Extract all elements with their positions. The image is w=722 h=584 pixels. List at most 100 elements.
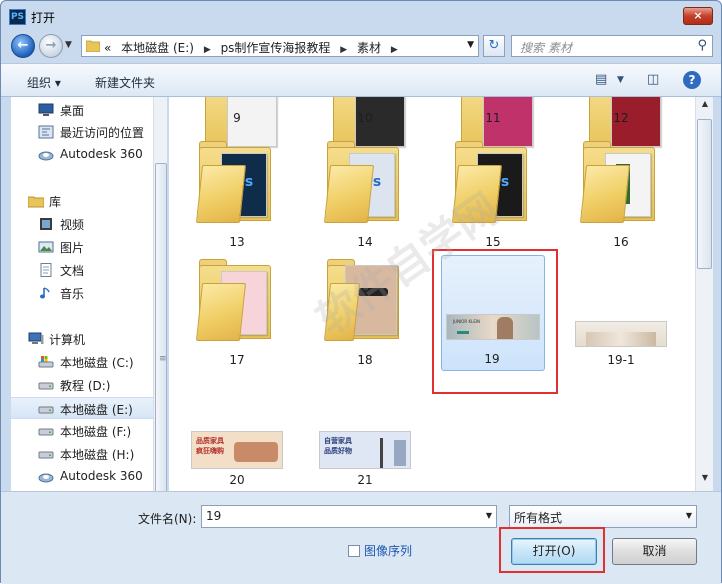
filetype-select[interactable]: 所有格式 ▼ xyxy=(509,505,697,528)
breadcrumb-overflow[interactable]: « xyxy=(104,41,111,55)
filetype-dropdown-icon[interactable]: ▼ xyxy=(686,511,692,520)
drive-icon xyxy=(38,406,54,414)
file-item-16[interactable]: 16 xyxy=(571,135,671,255)
checkbox-icon[interactable] xyxy=(348,545,360,557)
drive-icon xyxy=(38,428,54,436)
file-name: 16 xyxy=(613,235,629,249)
close-button[interactable]: × xyxy=(683,7,713,25)
navigation-bar: ← → ▼ « 本地磁盘 (E:) ▶ ps制作宣传海报教程 ▶ 素材 ▶ ▼ … xyxy=(1,31,721,63)
preview-pane-icon[interactable]: ◫ xyxy=(647,72,659,87)
forward-button[interactable]: → xyxy=(39,34,63,58)
file-name: 19-1 xyxy=(607,353,635,367)
highlight-box-open-button xyxy=(499,527,605,573)
sidebar-item-autodesk-360-computer[interactable]: Autodesk 360 xyxy=(11,466,153,488)
sidebar-item-label: 视频 xyxy=(60,218,85,232)
sidebar-item-desktop[interactable]: 桌面 xyxy=(11,99,153,121)
file-name: 13 xyxy=(229,235,245,249)
breadcrumb-separator-icon[interactable]: ▶ xyxy=(340,45,347,55)
sidebar-item-documents[interactable]: 文档 xyxy=(11,259,153,281)
address-dropdown-icon[interactable]: ▼ xyxy=(467,40,474,50)
open-file-dialog: PS 打开 × ← → ▼ « 本地磁盘 (E:) ▶ ps制作宣传海报教程 ▶… xyxy=(0,0,722,584)
cancel-button[interactable]: 取消 xyxy=(612,538,697,565)
folder-front xyxy=(579,165,631,223)
breadcrumb-drive-e[interactable]: 本地磁盘 (E:) xyxy=(121,41,194,55)
new-folder-button[interactable]: 新建文件夹 xyxy=(95,74,155,91)
banner-text: 疯狂嗨购 xyxy=(196,447,224,455)
banner-text: 品质家具 xyxy=(196,437,224,445)
document-icon xyxy=(40,263,52,277)
search-input[interactable]: 搜索 素材 ⚲ xyxy=(511,35,713,57)
sidebar-item-computer[interactable]: 计算机 xyxy=(11,328,153,350)
sidebar-item-music[interactable]: 音乐 xyxy=(11,282,153,304)
grip-icon: ≡ xyxy=(159,354,167,364)
scrollbar-thumb[interactable] xyxy=(697,119,712,269)
file-item-21[interactable]: 自营家具 品质好物 21 xyxy=(315,411,415,491)
file-item-20[interactable]: 品质家具 疯狂嗨购 20 xyxy=(187,411,287,491)
navigation-pane-scrollbar[interactable]: ≡ xyxy=(153,97,167,493)
filename-input[interactable]: 19 ▼ xyxy=(201,505,497,528)
sidebar-item-drive-c[interactable]: 本地磁盘 (C:) xyxy=(11,351,153,373)
file-list-scrollbar[interactable]: ▲ ▼ xyxy=(695,97,713,491)
back-button[interactable]: ← xyxy=(11,34,35,58)
image-sequence-label: 图像序列 xyxy=(364,544,413,558)
file-item-19-1[interactable]: 19-1 xyxy=(571,253,671,373)
sidebar-item-library[interactable]: 库 xyxy=(11,190,153,212)
image-sequence-checkbox[interactable]: 图像序列 xyxy=(348,542,412,559)
breadcrumb-tutorial-folder[interactable]: ps制作宣传海报教程 xyxy=(221,41,331,55)
folder-front xyxy=(195,165,247,223)
organize-menu-button[interactable]: 组织 ▾ xyxy=(27,74,61,91)
sidebar-item-drive-d[interactable]: 教程 (D:) xyxy=(11,374,153,396)
file-item-17[interactable]: 17 xyxy=(187,253,287,373)
file-item-14[interactable]: Ps 14 xyxy=(315,135,415,255)
desktop-icon xyxy=(38,103,54,116)
sidebar-item-drive-f[interactable]: 本地磁盘 (F:) xyxy=(11,420,153,442)
library-icon xyxy=(28,196,44,208)
title-bar[interactable]: PS 打开 × xyxy=(1,1,721,31)
folder-front xyxy=(451,165,503,223)
refresh-button[interactable]: ↻ xyxy=(483,35,505,57)
folder-front xyxy=(323,283,361,341)
scrollbar-thumb[interactable]: ≡ xyxy=(155,163,167,493)
dialog-footer: 文件名(N): 19 ▼ 所有格式 ▼ 图像序列 打开(O) 取消 xyxy=(1,491,721,584)
breadcrumb-assets-folder[interactable]: 素材 xyxy=(357,41,381,55)
filename-dropdown-icon[interactable]: ▼ xyxy=(486,511,492,520)
sidebar-item-autodesk-360[interactable]: Autodesk 360 xyxy=(11,144,153,166)
file-name: 18 xyxy=(357,353,373,367)
sidebar-item-drive-h[interactable]: 本地磁盘 (H:) xyxy=(11,443,153,465)
view-dropdown-icon[interactable]: ▼ xyxy=(617,75,624,85)
file-item-15[interactable]: Ps 15 xyxy=(443,135,543,255)
view-options-icon[interactable]: ▤ xyxy=(595,72,607,87)
sidebar-item-label: 文档 xyxy=(60,264,85,278)
file-name: 14 xyxy=(357,235,373,249)
sidebar-item-label: 计算机 xyxy=(49,333,86,347)
search-placeholder: 搜索 素材 xyxy=(520,41,572,55)
sidebar-item-recent[interactable]: 最近访问的位置 xyxy=(11,121,153,143)
sidebar-item-label: Autodesk 360 xyxy=(60,469,143,483)
sidebar-item-label: 音乐 xyxy=(60,287,85,301)
sidebar-item-label: 本地磁盘 (F:) xyxy=(60,425,132,439)
system-drive-icon xyxy=(38,356,54,368)
breadcrumb-separator-icon[interactable]: ▶ xyxy=(391,45,398,55)
file-item-18[interactable]: 18 xyxy=(315,253,415,373)
scroll-up-icon[interactable]: ▲ xyxy=(698,99,712,115)
file-item-13[interactable]: Ps 13 xyxy=(187,135,287,255)
sidebar-item-video[interactable]: 视频 xyxy=(11,213,153,235)
breadcrumb-separator-icon[interactable]: ▶ xyxy=(204,45,211,55)
history-dropdown-icon[interactable]: ▼ xyxy=(65,40,72,50)
file-name: 15 xyxy=(485,235,501,249)
search-icon[interactable]: ⚲ xyxy=(697,38,707,53)
video-icon xyxy=(40,218,52,230)
file-name: 12 xyxy=(613,111,629,125)
scroll-down-icon[interactable]: ▼ xyxy=(698,473,712,489)
banner-text: 品质好物 xyxy=(324,447,352,455)
banner-thumbnail: 自营家具 品质好物 xyxy=(319,431,411,469)
file-name: 10 xyxy=(357,111,373,125)
photoshop-app-icon: PS xyxy=(9,9,26,25)
sidebar-item-drive-e[interactable]: 本地磁盘 (E:) xyxy=(11,397,153,419)
address-bar[interactable]: « 本地磁盘 (E:) ▶ ps制作宣传海报教程 ▶ 素材 ▶ ▼ xyxy=(81,35,479,57)
folder-icon xyxy=(86,40,100,52)
help-icon[interactable]: ? xyxy=(683,71,701,89)
folder-front xyxy=(195,283,247,341)
sidebar-item-pictures[interactable]: 图片 xyxy=(11,236,153,258)
folder-front xyxy=(323,165,375,223)
